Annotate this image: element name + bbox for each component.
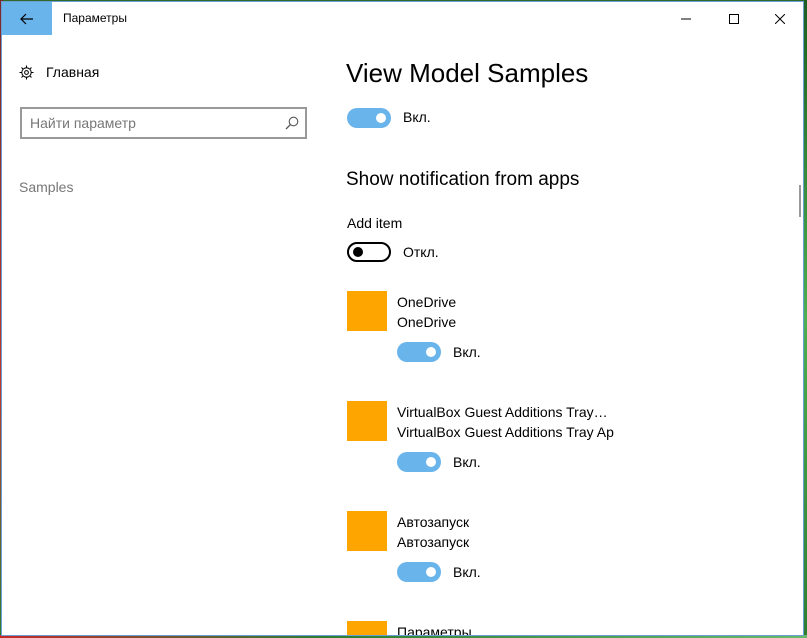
- add-item-label: Add item: [347, 215, 403, 231]
- title-bar: Параметры: [2, 2, 803, 35]
- app-icon-onedrive: [347, 291, 387, 331]
- maximize-icon: [729, 13, 739, 24]
- search-icon[interactable]: [285, 116, 299, 130]
- app-toggle-state: Вкл.: [453, 564, 481, 580]
- scrollbar-thumb[interactable]: [799, 185, 801, 217]
- app-toggle-autorun[interactable]: [397, 562, 441, 582]
- minimize-icon: [681, 18, 691, 19]
- toggle-knob: [353, 247, 363, 257]
- back-button[interactable]: [2, 2, 52, 35]
- app-toggle-onedrive[interactable]: [397, 342, 441, 362]
- app-icon-settings: [347, 621, 387, 635]
- master-toggle-state: Вкл.: [403, 109, 431, 125]
- gear-icon: [19, 64, 34, 80]
- close-icon: [775, 13, 785, 24]
- app-name: OneDrive: [397, 294, 457, 310]
- add-item-toggle[interactable]: [347, 242, 391, 262]
- app-name: VirtualBox Guest Additions Tray…: [397, 404, 608, 420]
- app-toggle-state: Вкл.: [453, 454, 481, 470]
- app-toggle-virtualbox[interactable]: [397, 452, 441, 472]
- add-item-toggle-state: Откл.: [403, 244, 439, 260]
- nav-home[interactable]: Главная: [19, 64, 99, 80]
- sidebar-item-samples[interactable]: Samples: [19, 179, 73, 195]
- close-button[interactable]: [757, 2, 803, 35]
- master-toggle[interactable]: [347, 108, 391, 128]
- toggle-knob: [426, 347, 436, 357]
- app-toggle-state: Вкл.: [453, 344, 481, 360]
- app-name: Параметры: [397, 624, 472, 636]
- arrow-left-icon: [20, 13, 33, 24]
- toggle-knob: [376, 113, 386, 123]
- section-title: Show notification from apps: [346, 169, 580, 190]
- app-subtitle: OneDrive: [397, 314, 457, 330]
- toggle-knob: [426, 567, 436, 577]
- search-box[interactable]: [20, 107, 307, 139]
- app-subtitle: VirtualBox Guest Additions Tray Ap: [397, 424, 614, 440]
- page-title: View Model Samples: [346, 58, 589, 88]
- window-title: Параметры: [63, 11, 127, 25]
- app-icon-autorun: [347, 511, 387, 551]
- app-icon-virtualbox: [347, 401, 387, 441]
- toggle-knob: [426, 457, 436, 467]
- search-input[interactable]: [30, 114, 270, 132]
- app-name: Автозапуск: [397, 514, 470, 530]
- app-subtitle: Автозапуск: [397, 534, 470, 550]
- maximize-button[interactable]: [711, 2, 757, 35]
- nav-home-label: Главная: [46, 64, 100, 80]
- settings-window: Параметры Главная Найти параметр Samples…: [1, 1, 804, 636]
- minimize-button[interactable]: [663, 2, 709, 35]
